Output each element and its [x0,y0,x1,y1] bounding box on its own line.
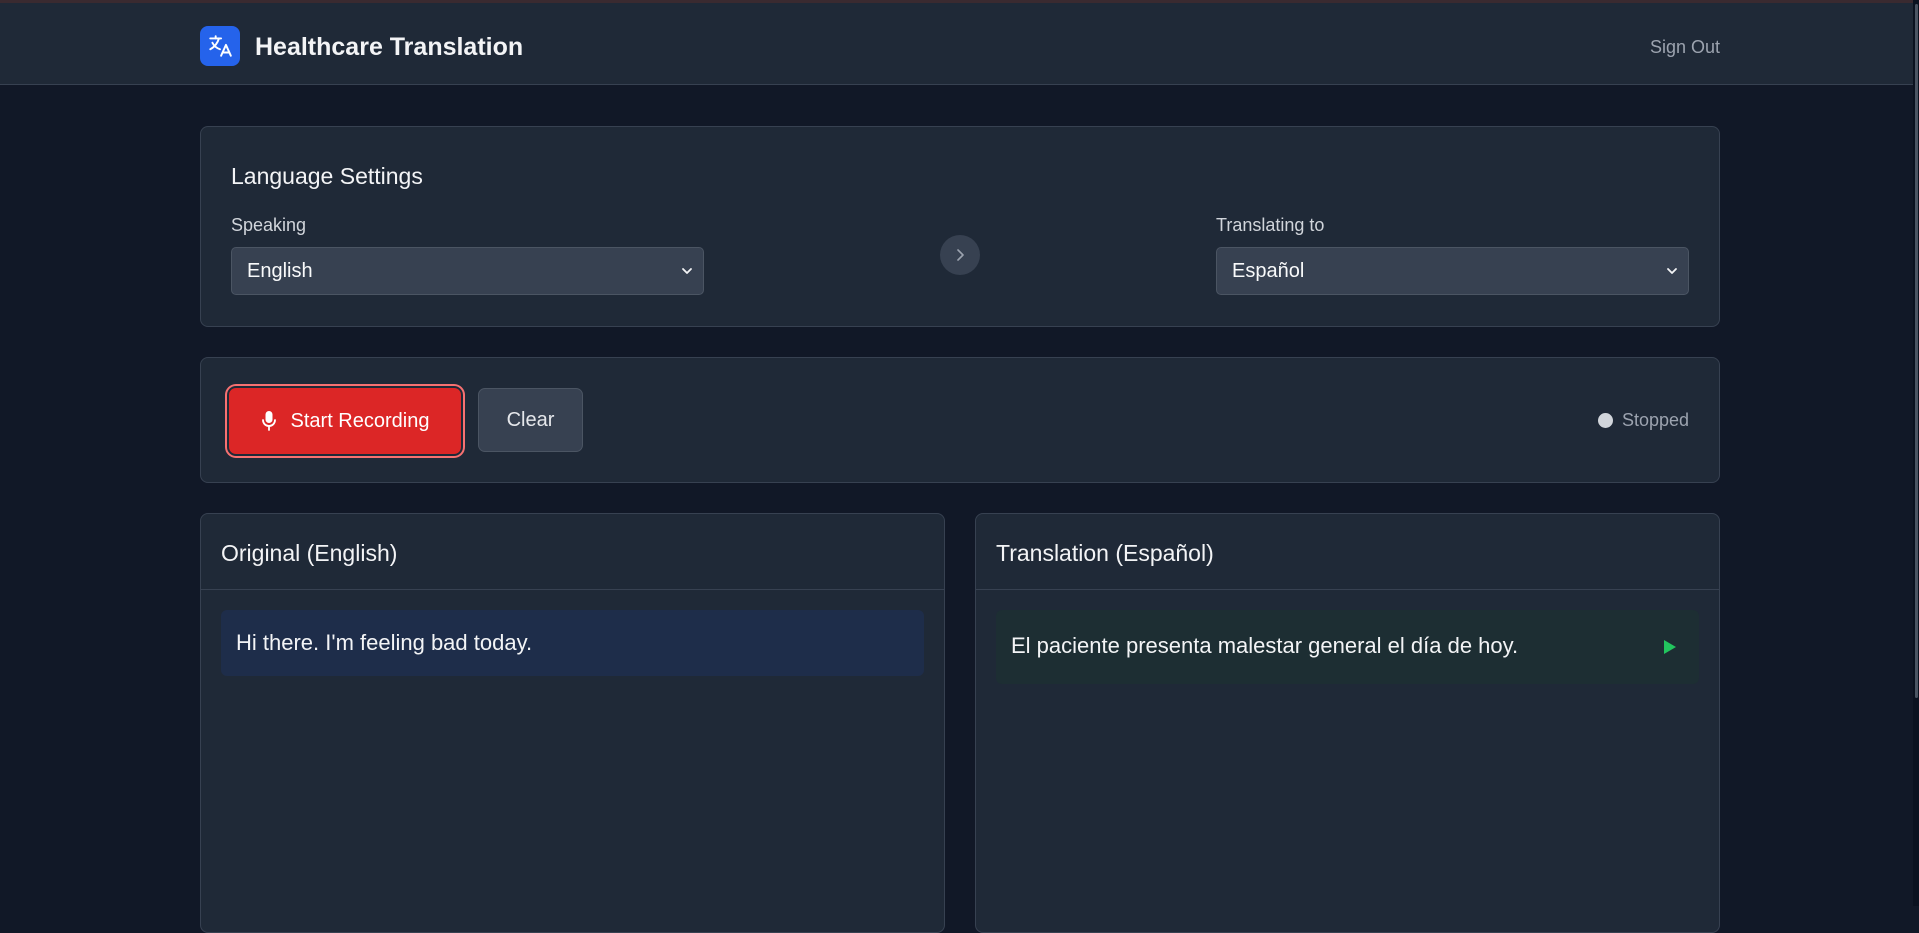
start-recording-button[interactable]: Start Recording [229,388,461,454]
original-panel-header: Original (English) [201,514,944,590]
chevron-down-icon [682,268,692,274]
status-text: Stopped [1621,410,1689,430]
translating-select[interactable]: Español [1216,247,1689,295]
app-header: Healthcare Translation Sign Out [0,3,1919,85]
chevron-right-icon [940,235,980,275]
microphone-icon [261,410,277,432]
play-icon[interactable] [1663,639,1677,655]
speaking-label: Speaking [231,215,307,235]
translating-label: Translating to [1216,215,1325,235]
translation-panel: Translation (Español) El paciente presen… [975,513,1720,933]
sign-out-link[interactable]: Sign Out [1650,37,1720,58]
original-panel: Original (English) Hi there. I'm feeling… [200,513,945,933]
language-settings-card: Language Settings Speaking English Trans… [200,126,1720,327]
translation-panel-title: Translation (Español) [996,540,1214,566]
translate-icon [200,26,240,66]
speaking-select-value: English [247,260,313,282]
chevron-down-icon [1667,268,1677,274]
clear-button[interactable]: Clear [478,388,583,452]
page-scrollbar-thumb[interactable] [1915,4,1918,698]
original-panel-title: Original (English) [221,540,398,566]
status-dot-icon [1597,413,1613,428]
language-settings-title: Language Settings [231,163,423,189]
recording-status: Stopped [1597,410,1689,431]
start-recording-label: Start Recording [290,409,430,432]
translation-message-text: El paciente presenta malestar general el… [1011,633,1519,658]
original-message: Hi there. I'm feeling bad today. [221,610,924,676]
translation-message: El paciente presenta malestar general el… [996,610,1699,684]
speaking-select[interactable]: English [231,247,704,295]
app-title: Healthcare Translation [255,33,524,61]
translating-select-value: Español [1232,260,1305,282]
recording-controls-card: Start Recording Clear Stopped [200,357,1720,483]
translation-panel-header: Translation (Español) [976,514,1719,590]
